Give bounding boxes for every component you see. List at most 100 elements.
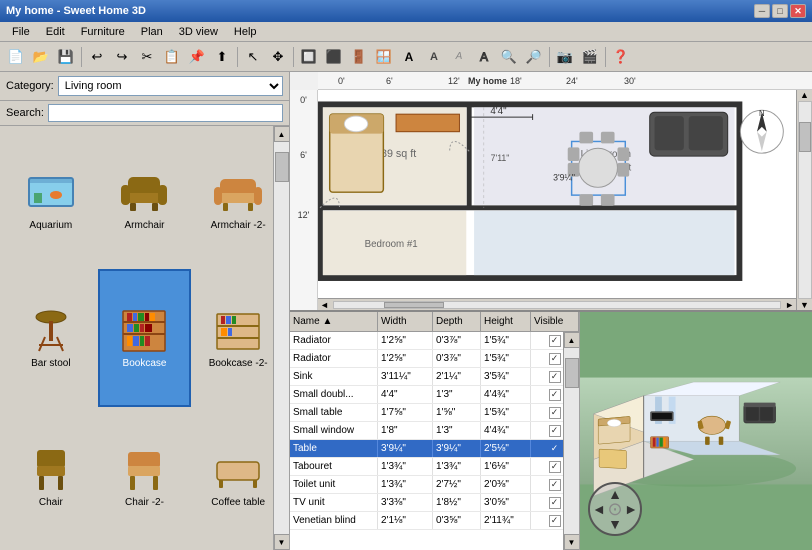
nav-right[interactable]: ► <box>624 501 638 517</box>
visible-checkbox[interactable] <box>549 461 561 473</box>
scroll-thumb[interactable] <box>275 152 289 182</box>
visible-checkbox[interactable] <box>549 479 561 491</box>
cell-name: Radiator <box>290 350 378 367</box>
visible-checkbox[interactable] <box>549 353 561 365</box>
list-item[interactable]: TV unit 3'3⅜" 1'8½" 3'0⅝" <box>290 494 579 512</box>
scroll-track[interactable] <box>274 142 289 534</box>
paste-button[interactable]: 📌 <box>185 45 209 69</box>
furniture-item-chair[interactable]: Chair <box>4 407 98 546</box>
text-outline[interactable]: A <box>472 45 496 69</box>
plan-content[interactable]: 4'4" 84.89 sq ft Bedroom #1 Living room … <box>318 90 796 310</box>
list-item[interactable]: Venetian blind 2'1⅛" 0'3⅝" 2'11¾" <box>290 512 579 530</box>
col-height[interactable]: Height <box>481 312 531 331</box>
scroll-down-btn[interactable]: ▼ <box>274 534 290 550</box>
fp-vscroll-thumb[interactable] <box>799 122 811 152</box>
list-item[interactable]: Small table 1'7⅝" 1'⅝" 1'5¾" <box>290 404 579 422</box>
fp-hscroll-track[interactable] <box>333 301 781 309</box>
visible-checkbox[interactable] <box>549 515 561 527</box>
visible-checkbox[interactable] <box>549 371 561 383</box>
list-item[interactable]: Small doubl... 4'4" 1'3" 4'4¾" <box>290 386 579 404</box>
visible-checkbox[interactable] <box>549 335 561 347</box>
nav-up[interactable]: ▲ <box>608 486 622 502</box>
col-visible[interactable]: Visible <box>531 312 579 331</box>
menu-edit[interactable]: Edit <box>38 24 73 40</box>
col-depth[interactable]: Depth <box>433 312 481 331</box>
visible-checkbox[interactable] <box>549 497 561 509</box>
furniture-item-chair2[interactable]: Chair -2- <box>98 407 192 546</box>
minimize-button[interactable]: ─ <box>754 4 770 18</box>
cell-name: Small table <box>290 404 378 421</box>
furniture-scrollbar[interactable]: ▲ ▼ <box>273 126 289 550</box>
nav-down[interactable]: ▼ <box>608 516 622 532</box>
furniture-item-coffeetable[interactable]: Coffee table <box>191 407 285 546</box>
visible-checkbox[interactable] <box>549 443 561 455</box>
fp-vscroll-track[interactable] <box>798 101 812 299</box>
col-width[interactable]: Width <box>378 312 433 331</box>
list-scroll-track[interactable] <box>564 348 579 534</box>
list-item[interactable]: Sink 3'11¼" 2'1¼" 3'5¾" <box>290 368 579 386</box>
visible-checkbox[interactable] <box>549 425 561 437</box>
cut-button[interactable]: ✂ <box>135 45 159 69</box>
list-item-table[interactable]: Table 3'9¼" 3'9¼" 2'5⅛" <box>290 440 579 458</box>
nav-arrows[interactable]: ▲ ▼ ◄ ► ⊙ <box>588 482 646 540</box>
scroll-up-btn[interactable]: ▲ <box>274 126 290 142</box>
fp-vscroll-up[interactable]: ▲ <box>800 90 809 100</box>
text-tool2[interactable]: A <box>422 45 446 69</box>
list-item[interactable]: Small window 1'8" 1'3" 4'4¾" <box>290 422 579 440</box>
copy-button[interactable]: 📋 <box>160 45 184 69</box>
search-input[interactable] <box>48 104 283 122</box>
list-scroll-up[interactable]: ▲ <box>564 332 580 348</box>
list-item[interactable]: Radiator 1'2⅝" 0'3⅞" 1'5¾" <box>290 332 579 350</box>
fp-hscroll[interactable]: ◄ ► <box>318 298 796 310</box>
door-tool[interactable]: 🚪 <box>347 45 371 69</box>
menu-file[interactable]: File <box>4 24 38 40</box>
fp-vscroll-down[interactable]: ▼ <box>800 300 809 310</box>
furniture-item-armchair2[interactable]: Armchair -2- <box>191 130 285 269</box>
text-tool3[interactable]: A <box>447 45 471 69</box>
furniture-item-armchair[interactable]: Armchair <box>98 130 192 269</box>
wall-tool[interactable]: 🔲 <box>297 45 321 69</box>
redo-button[interactable]: ↪ <box>110 45 134 69</box>
save-button[interactable]: 💾 <box>54 45 78 69</box>
zoom-in[interactable]: 🔍 <box>497 45 521 69</box>
list-item[interactable]: Tabouret 1'3¾" 1'3¾" 1'6⅛" <box>290 458 579 476</box>
pointer-tool[interactable]: ↖ <box>241 45 265 69</box>
fp-hscroll-thumb[interactable] <box>384 302 444 308</box>
fp-hscroll-left[interactable]: ◄ <box>318 300 331 310</box>
menu-furniture[interactable]: Furniture <box>73 24 133 40</box>
help-button[interactable]: ❓ <box>609 45 633 69</box>
furniture-item-barstool[interactable]: Bar stool <box>4 269 98 408</box>
text-tool[interactable]: A <box>397 45 421 69</box>
room-tool[interactable]: ⬛ <box>322 45 346 69</box>
col-name[interactable]: Name ▲ <box>290 312 378 331</box>
list-scrollbar[interactable]: ▲ ▼ <box>563 332 579 550</box>
fp-vscroll[interactable]: ▲ ▼ <box>796 90 812 310</box>
undo-button[interactable]: ↩ <box>85 45 109 69</box>
close-button[interactable]: ✕ <box>790 4 806 18</box>
furniture-item-bookcase[interactable]: Bookcase <box>98 269 192 408</box>
list-item[interactable]: Toilet unit 1'3¾" 2'7½" 2'0⅜" <box>290 476 579 494</box>
list-scroll-down[interactable]: ▼ <box>564 534 580 550</box>
visible-checkbox[interactable] <box>549 389 561 401</box>
fp-hscroll-right[interactable]: ► <box>783 300 796 310</box>
window-tool[interactable]: 🪟 <box>372 45 396 69</box>
visible-checkbox[interactable] <box>549 407 561 419</box>
maximize-button[interactable]: □ <box>772 4 788 18</box>
move-tool[interactable]: ✥ <box>266 45 290 69</box>
open-button[interactable]: 📂 <box>29 45 53 69</box>
new-button[interactable]: 📄 <box>4 45 28 69</box>
list-scroll-thumb[interactable] <box>565 358 579 388</box>
zoom-out[interactable]: 🔎 <box>522 45 546 69</box>
menu-plan[interactable]: Plan <box>133 24 171 40</box>
furniture-item-bookcase2[interactable]: Bookcase -2- <box>191 269 285 408</box>
3d-view[interactable]: ▲ ▼ ◄ ► ⊙ <box>580 312 812 550</box>
menu-3dview[interactable]: 3D view <box>171 24 226 40</box>
video-button[interactable]: 🎬 <box>578 45 602 69</box>
import-button[interactable]: ⬆ <box>210 45 234 69</box>
photo-button[interactable]: 📷 <box>553 45 577 69</box>
list-item[interactable]: Radiator 1'2⅝" 0'3⅞" 1'5¾" <box>290 350 579 368</box>
furniture-item-aquarium[interactable]: Aquarium <box>4 130 98 269</box>
menu-help[interactable]: Help <box>226 24 265 40</box>
category-select[interactable]: Living room Bedroom Kitchen Bathroom Off… <box>58 76 283 96</box>
nav-left[interactable]: ◄ <box>592 501 606 517</box>
